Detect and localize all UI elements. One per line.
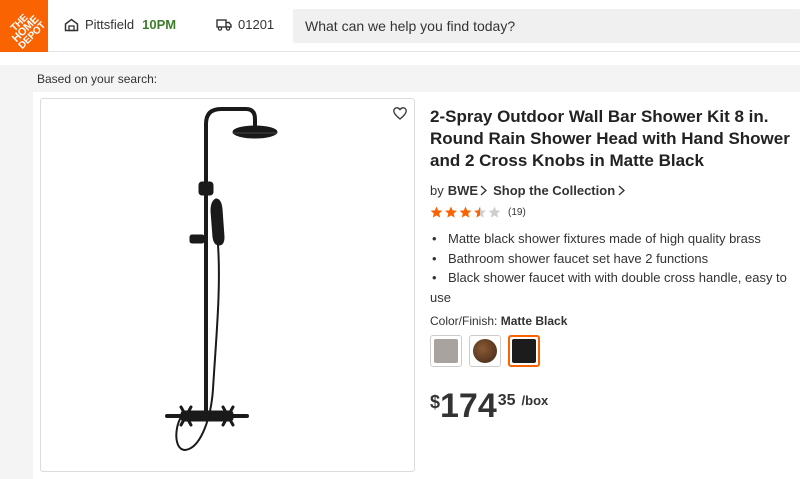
price-currency: $ (430, 392, 441, 412)
swatch-oil-rubbed-bronze[interactable] (469, 335, 501, 367)
feature-item: • Bathroom shower faucet set have 2 funct… (432, 250, 709, 266)
selected-finish: Matte Black (500, 314, 568, 328)
swatch-chip (512, 339, 536, 363)
product-image[interactable] (40, 98, 415, 472)
feature-item: • Black shower faucet with with double cr… (430, 270, 787, 305)
price-unit: /box (521, 393, 549, 408)
truck-icon (216, 19, 232, 31)
search-bar[interactable] (293, 9, 800, 43)
swatch-chip (473, 339, 497, 363)
color-finish-label: Color/Finish: Matte Black (430, 314, 568, 328)
rating[interactable]: (19) (430, 206, 526, 219)
swatch-brushed-nickel[interactable] (430, 335, 462, 367)
finish-swatches (430, 335, 547, 367)
chevron-right-icon (618, 185, 626, 196)
search-input[interactable] (293, 9, 800, 43)
price-dollars: 174 (440, 387, 497, 425)
product-title[interactable]: 2-Spray Outdoor Wall Bar Shower Kit 8 in… (430, 106, 795, 172)
store-name: Pittsfield (85, 17, 135, 32)
feature-item: • Matte black shower fixtures made of hig… (432, 231, 761, 246)
review-count[interactable]: (19) (508, 207, 526, 218)
chevron-right-icon (480, 185, 488, 196)
brand-line: by BWE Shop the Collection (430, 183, 631, 198)
store-hours: 10PM (142, 17, 177, 32)
favorite-heart-icon[interactable] (393, 107, 407, 120)
based-on-search-label: Based on your search: (37, 72, 158, 86)
swatch-chip (434, 339, 458, 363)
zip-code: 01201 (238, 17, 275, 32)
store-selector[interactable]: Pittsfield 10PM (64, 17, 176, 32)
brand-prefix: by (430, 183, 444, 198)
site-header: THE HOME DEPOT Pittsfield 10PM 01201 (0, 0, 800, 52)
logo-wordmark: THE HOME DEPOT (8, 12, 48, 52)
swatch-matte-black[interactable] (508, 335, 540, 367)
delivery-zip[interactable]: 01201 (216, 17, 274, 32)
store-icon (64, 18, 79, 31)
home-depot-logo[interactable]: THE HOME DEPOT (0, 0, 48, 52)
star-rating-icon (430, 206, 501, 218)
shop-collection-link[interactable]: Shop the Collection (493, 183, 615, 198)
price-cents: 35 (497, 392, 516, 409)
brand-link[interactable]: BWE (448, 183, 478, 198)
feature-list: • Matte black shower fixtures made of hig… (430, 229, 798, 307)
shower-kit-image (165, 107, 278, 451)
price: $ 174 35 /box (430, 388, 548, 424)
